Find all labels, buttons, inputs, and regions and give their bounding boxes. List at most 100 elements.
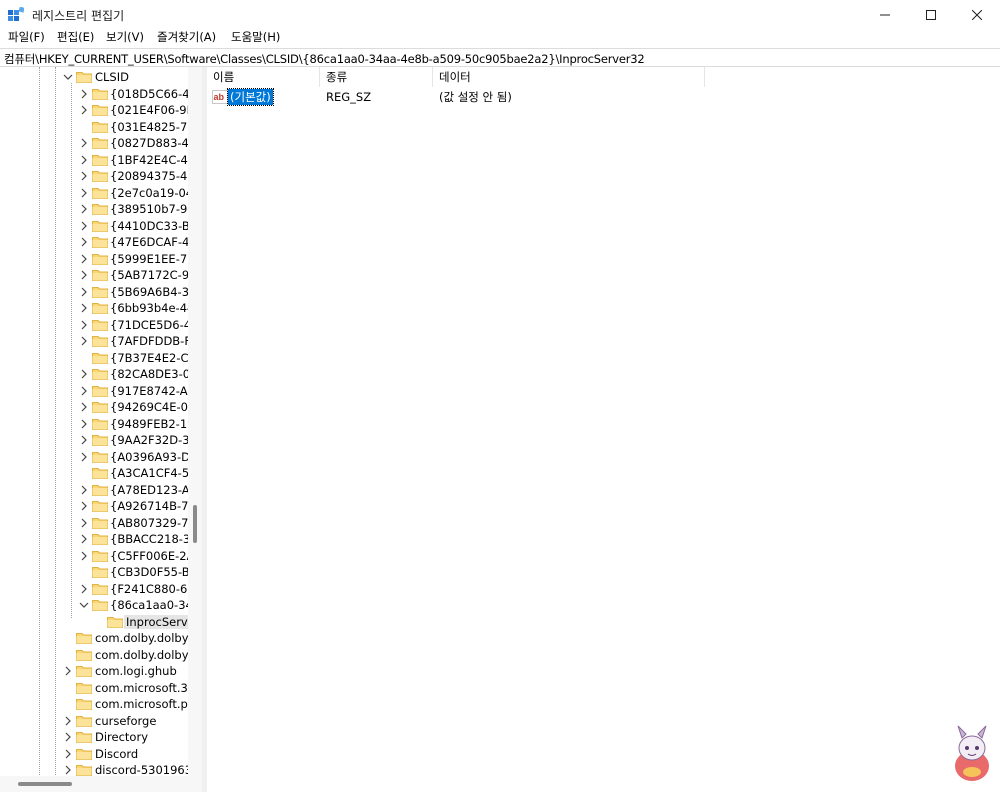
tree-item-class[interactable]: curseforge [0, 713, 188, 730]
chevron-right-icon[interactable] [63, 749, 73, 759]
chevron-right-icon[interactable] [79, 551, 89, 561]
menu-favorites[interactable]: 즐겨찾기(A) [156, 30, 217, 47]
tree-item-clsid-key[interactable]: {BBACC218-34 [0, 531, 188, 548]
tree-item-clsid-key[interactable]: {A0396A93-DC [0, 449, 188, 466]
tree-item-class[interactable]: Directory [0, 729, 188, 746]
tree-item-clsid-key[interactable]: {7AFDFDDB-F9 [0, 333, 188, 350]
chevron-right-icon[interactable] [63, 666, 73, 676]
chevron-right-icon[interactable] [63, 732, 73, 742]
address-path[interactable]: 컴퓨터\HKEY_CURRENT_USER\Software\Classes\C… [4, 51, 645, 67]
column-header-name[interactable]: 이름 [207, 67, 320, 87]
tree-horizontal-scrollbar[interactable] [0, 776, 202, 792]
tree-item-clsid-key[interactable]: {47E6DCAF-41F [0, 234, 188, 251]
column-header-data[interactable]: 데이터 [433, 67, 705, 87]
tree-item-class[interactable]: com.microsoft.3dv [0, 680, 188, 697]
chevron-right-icon[interactable] [79, 237, 89, 247]
maximize-button[interactable] [908, 0, 954, 30]
chevron-right-icon[interactable] [63, 765, 73, 775]
menu-edit[interactable]: 편집(E) [56, 30, 95, 47]
chevron-right-icon[interactable] [79, 534, 89, 544]
tree-item-clsid-key[interactable]: {94269C4E-071 [0, 399, 188, 416]
tree-item-clsid-key[interactable]: {0827D883-485 [0, 135, 188, 152]
tree-hscroll-thumb[interactable] [18, 782, 72, 786]
tree-item-clsid-key[interactable]: {9489FEB2-192 [0, 416, 188, 433]
chevron-right-icon[interactable] [79, 419, 89, 429]
tree-item-clsid-key[interactable]: {82CA8DE3-01 [0, 366, 188, 383]
menu-file[interactable]: 파일(F) [7, 30, 46, 47]
chevron-right-icon[interactable] [79, 584, 89, 594]
chevron-right-icon[interactable] [79, 138, 89, 148]
chevron-right-icon[interactable] [79, 320, 89, 330]
tree-item-clsid-key[interactable]: {018D5C66-453 [0, 86, 188, 103]
chevron-right-icon[interactable] [79, 402, 89, 412]
key-tree-pane[interactable]: CLSID {018D5C66-453 {021E4F06-9DC {031E4825… [0, 67, 202, 779]
chevron-right-icon[interactable] [79, 303, 89, 313]
tree-item-clsid-key[interactable]: {A3CA1CF4-5F [0, 465, 188, 482]
values-list-pane[interactable]: 이름 종류 데이터 ab (기본값) REG_SZ (값 설정 안 됨) [207, 67, 1000, 792]
tree-item-clsid-key[interactable]: {1BF42E4C-4AF [0, 152, 188, 169]
tree-item-clsid-key[interactable]: {CB3D0F55-BC [0, 564, 188, 581]
chevron-right-icon[interactable] [79, 270, 89, 280]
tree-item-clsid-key[interactable]: {2e7c0a19-0438 [0, 185, 188, 202]
tree-item-clsid-key[interactable]: {A78ED123-AB [0, 482, 188, 499]
tree-item-clsid[interactable]: CLSID [0, 69, 188, 86]
chevron-right-icon[interactable] [79, 369, 89, 379]
column-header-type[interactable]: 종류 [320, 67, 433, 87]
tree-item-clsid-key[interactable]: {5B69A6B4-393 [0, 284, 188, 301]
chevron-right-icon[interactable] [79, 155, 89, 165]
tree-scroll-thumb[interactable] [193, 505, 197, 543]
tree-item-clsid-key[interactable]: {917E8742-AA3 [0, 383, 188, 400]
chevron-right-icon[interactable] [79, 452, 89, 462]
chevron-right-icon[interactable] [79, 171, 89, 181]
tree-item-clsid-key[interactable]: {6bb93b4e-44d [0, 300, 188, 317]
chevron-right-icon[interactable] [79, 188, 89, 198]
tree-item-clsid-key[interactable]: {9AA2F32D-362 [0, 432, 188, 449]
tree-item-clsid-key[interactable]: {86ca1aa0-34aa [0, 597, 188, 614]
tree-item-class[interactable]: com.microsoft.prin [0, 696, 188, 713]
tree-item-class[interactable]: com.dolby.dolbyac [0, 630, 188, 647]
tree-item-clsid-key[interactable]: {389510b7-9e5 [0, 201, 188, 218]
folder-icon [92, 220, 108, 232]
chevron-right-icon[interactable] [79, 287, 89, 297]
menu-view[interactable]: 보기(V) [105, 30, 145, 47]
chevron-right-icon[interactable] [79, 501, 89, 511]
tree-item-clsid-key[interactable]: {A926714B-7BF [0, 498, 188, 515]
chevron-right-icon[interactable] [79, 336, 89, 346]
tree-item-clsid-key[interactable]: {021E4F06-9DC [0, 102, 188, 119]
tree-item-class[interactable]: com.dolby.dolbyac [0, 647, 188, 664]
tree-item-clsid-key[interactable]: {5AB7172C-9C1 [0, 267, 188, 284]
chevron-right-icon[interactable] [79, 518, 89, 528]
tree-item-clsid-key[interactable]: {71DCE5D6-4B [0, 317, 188, 334]
chevron-down-icon[interactable] [79, 600, 89, 610]
menu-help[interactable]: 도움말(H) [230, 30, 281, 47]
tree-item-clsid-key[interactable]: {5999E1EE-711I [0, 251, 188, 268]
tree-item-clsid-key[interactable]: {AB807329-732 [0, 515, 188, 532]
tree-item-clsid-key[interactable]: {F241C880-698 [0, 581, 188, 598]
chevron-right-icon[interactable] [79, 435, 89, 445]
chevron-right-icon[interactable] [79, 485, 89, 495]
chevron-right-icon[interactable] [63, 716, 73, 726]
tree-item-class[interactable]: Discord [0, 746, 188, 763]
value-name[interactable]: (기본값) [227, 88, 274, 106]
address-bar[interactable]: 컴퓨터\HKEY_CURRENT_USER\Software\Classes\C… [0, 48, 1000, 67]
tree-item-inprocserver32[interactable]: InprocServer [0, 614, 188, 631]
close-button[interactable] [954, 0, 1000, 30]
value-data: (값 설정 안 됨) [439, 90, 512, 104]
tree-vertical-scrollbar[interactable] [188, 67, 202, 779]
tree-item-clsid-key[interactable]: {20894375-46A [0, 168, 188, 185]
tree-item-clsid-key[interactable]: {C5FF006E-2AE [0, 548, 188, 565]
chevron-right-icon[interactable] [79, 221, 89, 231]
chevron-down-icon[interactable] [63, 72, 73, 82]
chevron-right-icon[interactable] [79, 386, 89, 396]
tree-item-clsid-key[interactable]: {4410DC33-BC7 [0, 218, 188, 235]
chevron-right-icon[interactable] [79, 254, 89, 264]
value-row[interactable]: ab (기본값) REG_SZ (값 설정 안 됨) [207, 88, 1000, 106]
tree-item-clsid-key[interactable]: {7B37E4E2-C62 [0, 350, 188, 367]
chevron-right-icon[interactable] [79, 204, 89, 214]
tree-item-label: com.microsoft.prin [95, 697, 188, 711]
chevron-right-icon[interactable] [79, 105, 89, 115]
tree-item-clsid-key[interactable]: {031E4825-7B9 [0, 119, 188, 136]
tree-item-class[interactable]: com.logi.ghub [0, 663, 188, 680]
chevron-right-icon[interactable] [79, 89, 89, 99]
minimize-button[interactable] [862, 0, 908, 30]
